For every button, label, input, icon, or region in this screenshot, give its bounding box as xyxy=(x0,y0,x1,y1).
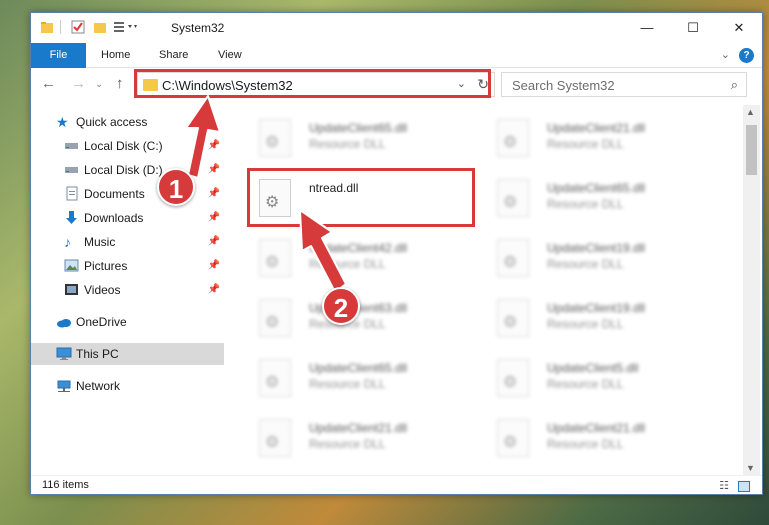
chevron-down-icon[interactable]: ⌄ xyxy=(457,77,466,90)
divider-icon xyxy=(60,20,62,36)
scroll-thumb[interactable] xyxy=(746,125,757,175)
large-icons-view-icon[interactable] xyxy=(738,480,750,492)
sidebar-item-quick-access[interactable]: ★ Quick access xyxy=(31,111,224,133)
folder-icon[interactable] xyxy=(40,20,54,36)
dll-file-icon: ⚙ xyxy=(259,359,291,397)
list-item-ntread[interactable]: ⚙ ntread.dll xyxy=(237,175,461,227)
music-icon: ♪ xyxy=(64,234,71,250)
ribbon: File Home Share View ⌄ ? xyxy=(31,43,762,68)
pin-icon: 📌 xyxy=(207,236,220,247)
up-arrow-icon[interactable]: ↑ xyxy=(116,75,124,92)
ribbon-expand-icon[interactable]: ⌄ xyxy=(721,43,730,68)
list-item[interactable]: ⚙ UpdateClient21.dll Resource DLL xyxy=(475,415,699,467)
window-title: System32 xyxy=(171,21,225,35)
list-item[interactable]: ⚙ UpdateClient19.dll Resource DLL xyxy=(475,295,699,347)
dll-file-icon: ⚙ xyxy=(259,299,291,337)
videos-icon xyxy=(64,282,80,298)
pin-icon: 📌 xyxy=(207,188,220,199)
list-item[interactable]: ⚙ UpdateClient65.dll Resource DLL xyxy=(475,175,699,227)
folder-icon xyxy=(143,79,158,91)
dll-file-icon: ⚙ xyxy=(497,239,529,277)
navigation-bar: ← → ⌄ ↑ C:\Windows\System32 ⌄ ↻ Search S… xyxy=(31,69,762,101)
sidebar-item-local-disk-d[interactable]: Local Disk (D:) 📌 xyxy=(31,159,224,181)
sidebar-item-onedrive[interactable]: OneDrive xyxy=(31,311,224,333)
search-icon: ⌕ xyxy=(730,77,738,92)
dll-file-icon: ⚙ xyxy=(259,119,291,157)
search-input[interactable]: Search System32 ⌕ xyxy=(501,72,747,97)
recent-locations-icon[interactable]: ⌄ xyxy=(95,79,103,90)
refresh-icon[interactable]: ↻ xyxy=(477,76,489,93)
download-icon xyxy=(64,210,80,226)
sidebar-item-pictures[interactable]: Pictures 📌 xyxy=(31,255,224,277)
drive-icon xyxy=(64,138,80,154)
dll-file-icon: ⚙ xyxy=(497,299,529,337)
forward-arrow-icon[interactable]: → xyxy=(71,75,86,92)
scroll-down-icon[interactable]: ▼ xyxy=(746,463,755,473)
list-item[interactable]: ⚙ UpdateClient65.dll Resource DLL xyxy=(237,355,461,407)
list-item[interactable]: ⚙ UpdateClient19.dll Resource DLL xyxy=(475,235,699,287)
sidebar-item-music[interactable]: ♪ Music 📌 xyxy=(31,231,224,253)
details-view-icon[interactable]: ☷ xyxy=(719,480,729,492)
sidebar-item-local-disk-c[interactable]: Local Disk (C:) 📌 xyxy=(31,135,224,157)
dll-file-icon: ⚙ xyxy=(497,359,529,397)
pictures-icon xyxy=(64,258,80,274)
pin-icon: 📌 xyxy=(207,164,220,175)
vertical-scrollbar[interactable]: ▲ ▼ xyxy=(743,105,760,475)
dll-file-icon: ⚙ xyxy=(497,119,529,157)
tab-share[interactable]: Share xyxy=(159,43,188,68)
dll-file-icon: ⚙ xyxy=(259,179,291,217)
cloud-icon xyxy=(56,314,72,330)
network-icon xyxy=(56,378,72,394)
step-badge-1: 1 xyxy=(157,168,195,206)
list-item[interactable]: ⚙ UpdateClient5.dll Resource DLL xyxy=(475,355,699,407)
maximize-button[interactable]: ☐ xyxy=(670,13,716,43)
list-item[interactable]: ⚙ UpdateClient65.dll Resource DLL xyxy=(237,115,461,167)
pin-icon: 📌 xyxy=(207,212,220,223)
documents-icon xyxy=(64,186,80,202)
back-arrow-icon[interactable]: ← xyxy=(41,75,56,92)
tab-home[interactable]: Home xyxy=(101,43,130,68)
dll-file-icon: ⚙ xyxy=(259,419,291,457)
tab-view[interactable]: View xyxy=(218,43,242,68)
minimize-button[interactable]: — xyxy=(624,13,670,43)
dll-file-icon: ⚙ xyxy=(497,179,529,217)
properties-icon[interactable] xyxy=(71,20,85,36)
dll-file-icon: ⚙ xyxy=(497,419,529,457)
sidebar-item-this-pc[interactable]: This PC xyxy=(31,343,224,365)
address-bar[interactable]: C:\Windows\System32 ⌄ ↻ xyxy=(137,72,495,97)
computer-icon xyxy=(56,346,72,362)
star-icon: ★ xyxy=(56,114,69,130)
file-explorer-window: System32 — ☐ ✕ File Home Share View ⌄ ? … xyxy=(30,12,763,495)
step-badge-2: 2 xyxy=(322,287,360,325)
title-bar: System32 — ☐ ✕ xyxy=(31,13,762,43)
sidebar-item-network[interactable]: Network xyxy=(31,375,224,397)
sidebar-item-documents[interactable]: Documents 📌 xyxy=(31,183,224,205)
pin-icon: 📌 xyxy=(207,284,220,295)
new-folder-icon[interactable] xyxy=(93,20,107,36)
search-placeholder: Search System32 xyxy=(512,78,615,93)
navigation-pane: ★ Quick access Local Disk (C:) 📌 Local D… xyxy=(31,105,224,475)
drive-icon xyxy=(64,162,80,178)
customize-toolbar-icon[interactable] xyxy=(113,20,137,36)
status-bar: 116 items ☷ xyxy=(31,475,762,495)
close-button[interactable]: ✕ xyxy=(716,13,762,43)
file-list: ⚙ UpdateClient65.dll Resource DLL ⚙ ntre… xyxy=(227,105,741,475)
sidebar-item-videos[interactable]: Videos 📌 xyxy=(31,279,224,301)
list-item[interactable]: ⚙ UpdateClient21.dll Resource DLL xyxy=(237,415,461,467)
list-item[interactable]: ⚙ UpdateClient21.dll Resource DLL xyxy=(475,115,699,167)
view-toggle: ☷ xyxy=(719,479,750,492)
pin-icon: 📌 xyxy=(207,260,220,271)
item-count: 116 items xyxy=(42,479,89,491)
tab-file[interactable]: File xyxy=(31,43,86,68)
help-icon[interactable]: ? xyxy=(739,48,754,63)
address-path: C:\Windows\System32 xyxy=(162,78,293,93)
scroll-up-icon[interactable]: ▲ xyxy=(746,107,755,117)
list-item[interactable]: ⚙ UpdateClient42.dll Resource DLL xyxy=(237,235,461,287)
dll-file-icon: ⚙ xyxy=(259,239,291,277)
pin-icon: 📌 xyxy=(207,140,220,151)
sidebar-item-downloads[interactable]: Downloads 📌 xyxy=(31,207,224,229)
